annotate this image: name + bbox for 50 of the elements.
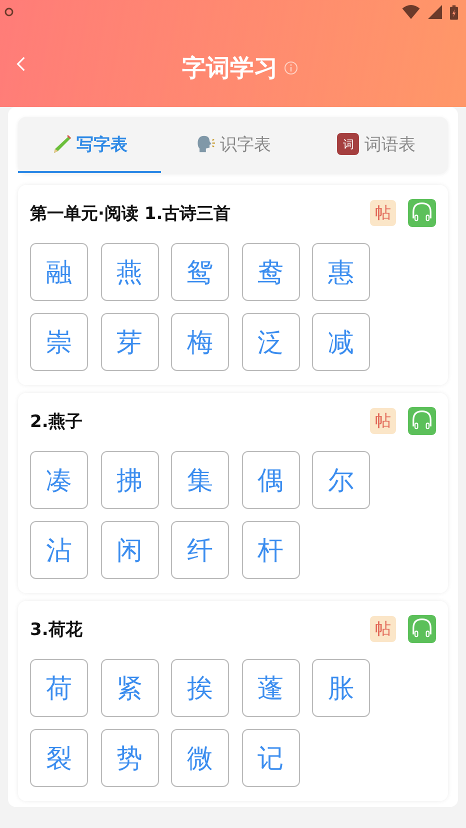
character-tile[interactable]: 鸯 [242, 243, 300, 301]
lesson-title: 第一单元·阅读 1.古诗三首 [30, 202, 232, 224]
character-tile[interactable]: 梅 [171, 313, 229, 371]
character-tile[interactable]: 偶 [242, 451, 300, 509]
copybook-button[interactable]: 帖 [370, 616, 396, 642]
character-tile[interactable]: 拂 [100, 451, 158, 509]
copybook-button[interactable]: 帖 [370, 408, 396, 434]
character-tile[interactable]: 减 [312, 313, 370, 371]
info-icon[interactable] [284, 60, 298, 74]
character-tile[interactable]: 燕 [100, 243, 158, 301]
character-tile[interactable]: 惠 [312, 243, 370, 301]
character-tile[interactable]: 挨 [171, 659, 229, 717]
character-tile[interactable]: 裂 [30, 729, 88, 787]
headphones-icon[interactable] [408, 199, 436, 227]
character-tile[interactable]: 微 [171, 729, 229, 787]
signal-icon [426, 5, 444, 19]
tab[interactable]: 词 词语表 [304, 117, 448, 173]
character-tile[interactable]: 泛 [242, 313, 300, 371]
tab[interactable]: 写字表 [18, 117, 162, 173]
wifi-icon [402, 5, 420, 19]
headphones-icon[interactable] [408, 615, 436, 643]
character-tile[interactable]: 杆 [242, 521, 300, 579]
tab[interactable]: 识字表 [161, 117, 305, 173]
lesson-title: 2.燕子 [30, 410, 84, 432]
back-icon[interactable] [16, 56, 26, 72]
word-card-icon: 词 [337, 133, 360, 155]
character-tile[interactable]: 崇 [30, 313, 88, 371]
character-tile[interactable]: 鸳 [171, 243, 229, 301]
lesson-title: 3.荷花 [30, 618, 84, 640]
copybook-button[interactable]: 帖 [370, 200, 396, 226]
battery-icon [450, 4, 458, 20]
character-tile[interactable]: 凑 [30, 451, 88, 509]
character-tile[interactable]: 纤 [171, 521, 229, 579]
character-tile[interactable]: 芽 [100, 313, 158, 371]
character-tile[interactable]: 闲 [100, 521, 158, 579]
character-tile[interactable]: 记 [242, 729, 300, 787]
page-title: 字词学习 [182, 52, 278, 84]
character-tile[interactable]: 沾 [30, 521, 88, 579]
character-tile[interactable]: 势 [100, 729, 158, 787]
character-tile[interactable]: 集 [171, 451, 229, 509]
character-tile[interactable]: 尔 [312, 451, 370, 509]
speaking-head-icon [194, 134, 215, 154]
headphones-icon[interactable] [408, 407, 436, 435]
character-tile[interactable]: 荷 [30, 659, 88, 717]
character-tile[interactable]: 紧 [100, 659, 158, 717]
character-tile[interactable]: 胀 [312, 659, 370, 717]
pencil-icon [52, 134, 72, 154]
character-tile[interactable]: 融 [30, 243, 88, 301]
status-icon [4, 7, 14, 17]
character-tile[interactable]: 蓬 [242, 659, 300, 717]
